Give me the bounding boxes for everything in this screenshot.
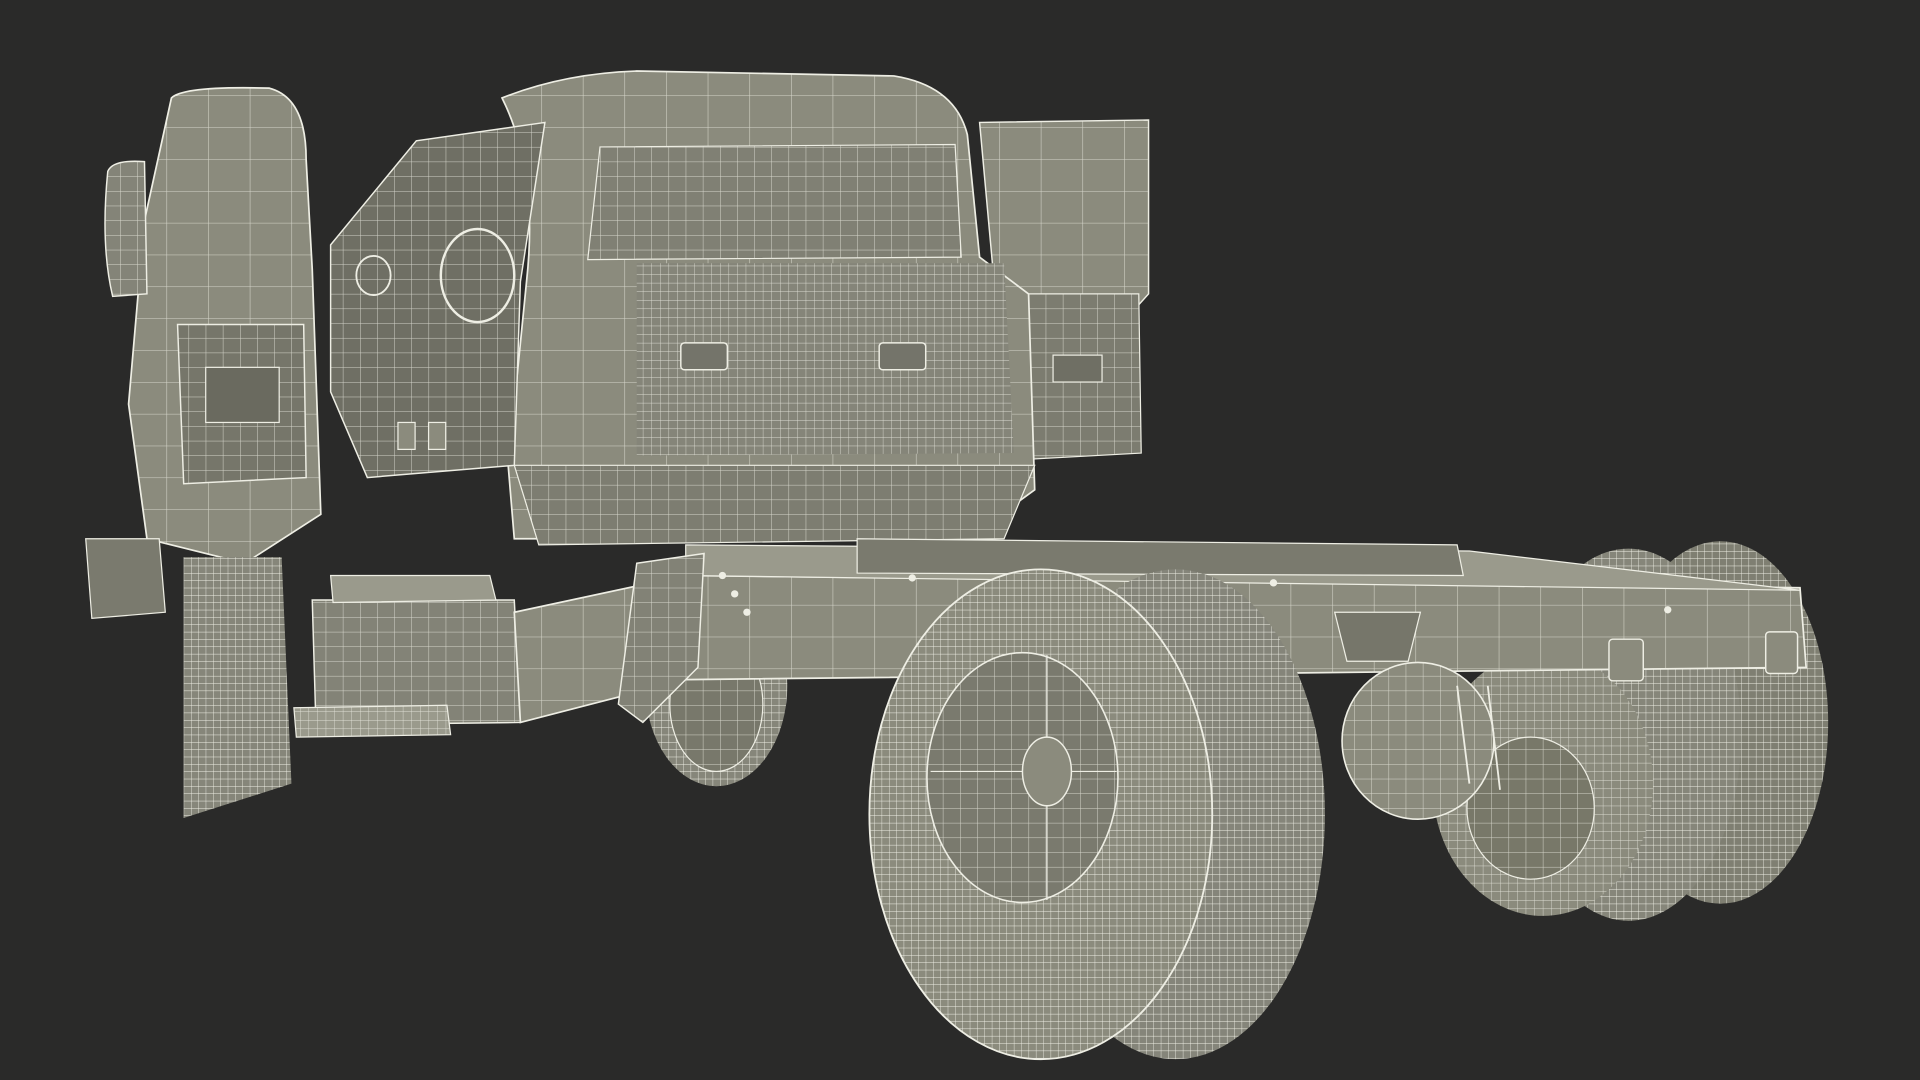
front-steer-wheel xyxy=(85,538,292,818)
wheel-hub xyxy=(1021,736,1073,807)
wireframe-render xyxy=(85,70,1829,1061)
cab-body xyxy=(500,70,1036,546)
fuel-tank-step xyxy=(293,574,522,738)
rear-left-dual-wheel xyxy=(868,568,1325,1061)
cab-interior xyxy=(329,121,546,479)
cab-light-left xyxy=(680,342,729,371)
cab-light-right xyxy=(878,342,927,371)
render-viewport xyxy=(0,0,1920,1080)
tail-light-right xyxy=(1764,631,1799,675)
tail-light-left xyxy=(1608,638,1644,682)
left-front-door xyxy=(104,86,322,565)
